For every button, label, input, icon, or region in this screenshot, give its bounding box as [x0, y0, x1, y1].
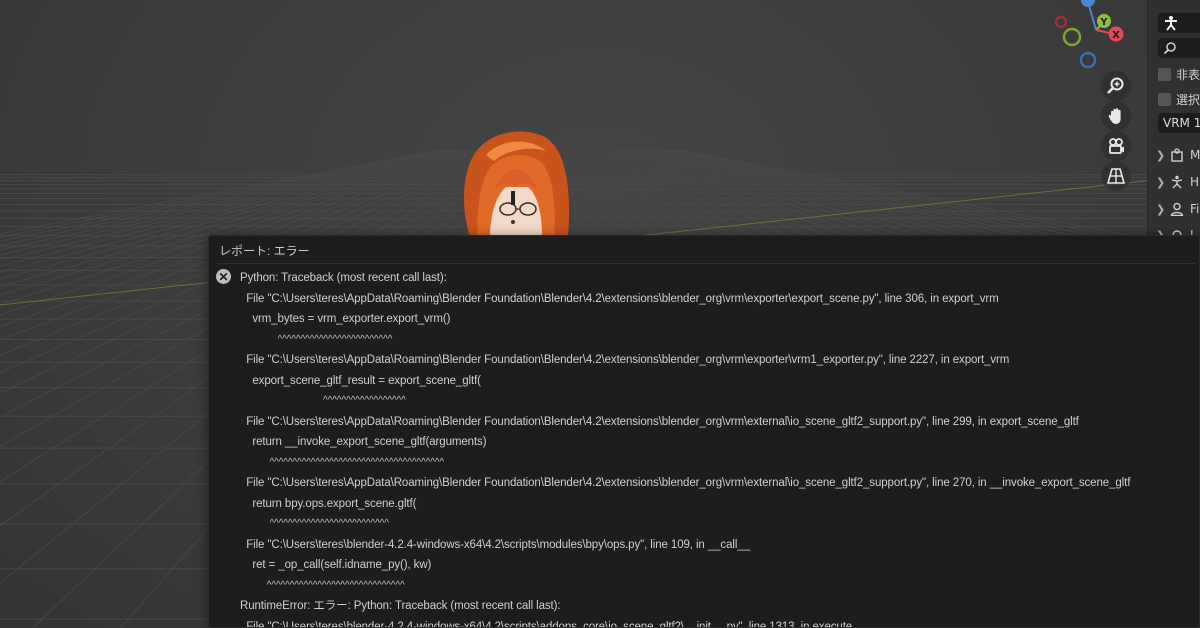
- sidebar-panel-humanoid-label: H: [1190, 175, 1200, 189]
- user-icon: [1170, 202, 1184, 216]
- sidebar-panel-first-person-label: Fi: [1190, 202, 1200, 216]
- navigation-gizmo[interactable]: Y X: [1046, 0, 1130, 72]
- grid-icon: [1106, 168, 1126, 184]
- sidebar-search-input[interactable]: [1158, 38, 1200, 58]
- selected-checkbox-row[interactable]: 選択: [1158, 91, 1200, 108]
- traceback-line: ^^^^^^^^^^^^^^^^^^^^^^^^^^^^^^^^^^^^^^: [240, 456, 444, 468]
- chevron-right-icon: ❯: [1156, 148, 1166, 162]
- meta-icon: [1171, 148, 1183, 162]
- sidebar-panel-meta[interactable]: ❯ M: [1156, 148, 1200, 162]
- traceback-line: File "C:\Users\teres\blender-4.2.4-windo…: [240, 620, 853, 628]
- traceback-line: return bpy.ops.export_scene.gltf(: [240, 497, 417, 510]
- traceback-line: Python: Traceback (most recent call last…: [240, 272, 447, 284]
- traceback-line: File "C:\Users\teres\AppData\Roaming\Ble…: [240, 415, 1079, 428]
- chevron-right-icon: ❯: [1156, 175, 1166, 189]
- humanoid-icon: [1171, 175, 1183, 189]
- sidebar-panel-meta-label: M: [1190, 148, 1200, 162]
- traceback-line: export_scene_gltf_result = export_scene_…: [240, 374, 481, 387]
- traceback-line: ^^^^^^^^^^^^^^^^^^^^^^^^^^^^^^: [240, 579, 405, 591]
- character-model[interactable]: [450, 125, 580, 237]
- hidden-checkbox[interactable]: [1158, 68, 1171, 81]
- error-icon: ✕: [216, 269, 231, 284]
- pan-button[interactable]: [1101, 101, 1131, 131]
- traceback-line: ret = _op_call(self.idname_py(), kw): [240, 559, 432, 571]
- camera-icon: [1109, 138, 1124, 154]
- search-icon: [1163, 42, 1176, 55]
- camera-view-button[interactable]: [1101, 131, 1131, 161]
- selected-checkbox[interactable]: [1158, 93, 1171, 106]
- traceback-line: File "C:\Users\teres\blender-4.2.4-windo…: [240, 538, 750, 551]
- traceback-line: ^^^^^^^^^^^^^^^^^^^^^^^^^: [240, 333, 393, 345]
- traceback-line: RuntimeError: エラー: Python: Traceback (mo…: [240, 600, 561, 612]
- perspective-toggle-button[interactable]: [1101, 161, 1131, 191]
- report-divider: [217, 263, 1195, 264]
- traceback-line: vrm_bytes = vrm_exporter.export_vrm(): [240, 313, 451, 325]
- traceback-line: File "C:\Users\teres\AppData\Roaming\Ble…: [240, 292, 999, 305]
- zoom-icon: [1107, 77, 1124, 94]
- person-icon: [1165, 16, 1177, 31]
- hand-pan-icon: [1108, 108, 1121, 124]
- pose-mode-field[interactable]: [1158, 13, 1200, 33]
- chevron-right-icon: ❯: [1156, 202, 1166, 216]
- zoom-button[interactable]: [1101, 71, 1131, 101]
- sidebar-panel-humanoid[interactable]: ❯ H: [1156, 175, 1199, 189]
- traceback-line: return __invoke_export_scene_gltf(argume…: [240, 436, 487, 448]
- traceback-line: ^^^^^^^^^^^^^^^^^^: [240, 395, 406, 406]
- sidebar-panel-first-person[interactable]: ❯ Fi: [1156, 202, 1199, 216]
- traceback-line: File "C:\Users\teres\AppData\Roaming\Ble…: [240, 354, 1010, 366]
- error-report-popup[interactable]: レポート: エラー ✕ Python: Traceback (most rece…: [208, 235, 1200, 628]
- traceback-line: File "C:\Users\teres\AppData\Roaming\Ble…: [240, 477, 1131, 489]
- traceback-line: ^^^^^^^^^^^^^^^^^^^^^^^^^^: [240, 518, 389, 529]
- traceback-text: Python: Traceback (most recent call last…: [240, 270, 1199, 628]
- selected-checkbox-label: 選択: [1176, 93, 1200, 107]
- vrm-version-dropdown[interactable]: VRM 1.: [1158, 113, 1200, 133]
- gizmo-x-label: X: [1112, 30, 1120, 41]
- hidden-checkbox-label: 非表示: [1176, 68, 1200, 82]
- vrm-version-label: VRM 1.: [1163, 116, 1200, 130]
- hidden-checkbox-row[interactable]: 非表示: [1158, 66, 1200, 83]
- report-title: レポート: エラー: [219, 244, 310, 258]
- gizmo-y-label: Y: [1099, 17, 1108, 28]
